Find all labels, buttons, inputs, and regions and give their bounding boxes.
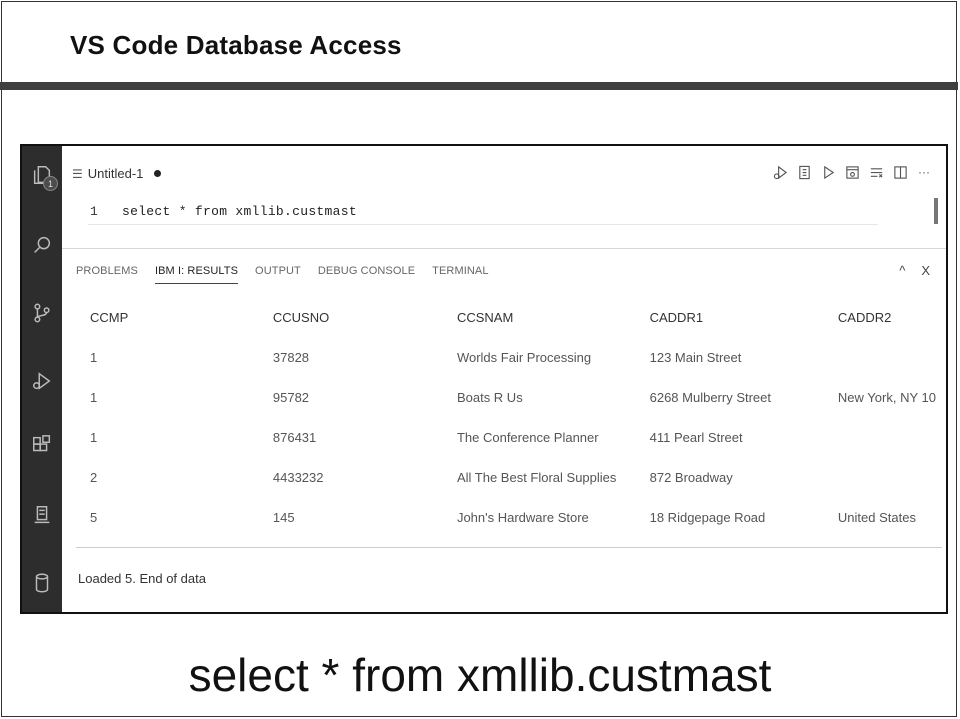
table-cell: 876431 xyxy=(272,429,317,445)
code-text[interactable]: select * from xmllib.custmast xyxy=(122,204,357,219)
table-row[interactable]: 1 876431 The Conference Planner 411 Pear… xyxy=(76,417,936,457)
code-line[interactable]: 1 select * from xmllib.custmast xyxy=(88,200,878,225)
vscode-window: 1 ☰ Untitled-1 ··· 1 select * from xmlli… xyxy=(20,144,948,614)
tab-terminal[interactable]: TERMINAL xyxy=(432,265,488,284)
table-cell: All The Best Floral Supplies xyxy=(456,469,617,485)
table-cell: 5 xyxy=(90,509,98,525)
editor-tab-label: Untitled-1 xyxy=(87,166,144,181)
table-cell: 123 Main Street xyxy=(649,349,742,365)
explorer-badge: 1 xyxy=(43,176,58,191)
table-row[interactable]: 2 4433232 All The Best Floral Supplies 8… xyxy=(76,457,936,497)
table-cell: 145 xyxy=(272,509,295,525)
collapse-panel-icon[interactable]: ^ xyxy=(899,263,905,278)
table-cell xyxy=(824,337,936,377)
table-cell: 872 Broadway xyxy=(649,469,733,485)
tab-ibmi-results[interactable]: IBM I: RESULTS xyxy=(154,265,239,284)
table-cell: The Conference Planner xyxy=(456,429,599,445)
tab-problems[interactable]: PROBLEMS xyxy=(76,265,138,284)
extensions-icon[interactable] xyxy=(29,432,55,458)
column-header[interactable]: CCSNAM xyxy=(443,305,636,337)
table-cell: 95782 xyxy=(272,389,310,405)
editor-scrollbar[interactable] xyxy=(934,198,938,224)
slide-caption: select * from xmllib.custmast xyxy=(188,649,772,701)
table-cell: New York, NY 10 xyxy=(837,389,936,405)
ibmi-icon[interactable] xyxy=(29,502,55,528)
close-panel-icon[interactable]: X xyxy=(921,263,930,278)
panel-tabs: PROBLEMS IBM I: RESULTS OUTPUT DEBUG CON… xyxy=(76,265,489,284)
table-cell: 4433232 xyxy=(272,469,324,485)
editor-tab[interactable]: ☰ Untitled-1 xyxy=(72,166,162,181)
column-header[interactable]: CCUSNO xyxy=(259,305,443,337)
title-divider xyxy=(0,82,958,90)
more-icon[interactable]: ··· xyxy=(916,164,932,180)
results-table: CCMP CCUSNO CCSNAM CADDR1 CADDR2 1 37828… xyxy=(76,305,936,537)
table-header-row: CCMP CCUSNO CCSNAM CADDR1 CADDR2 xyxy=(76,305,936,337)
unsaved-dot-icon xyxy=(154,170,162,177)
files-icon[interactable]: 1 xyxy=(29,162,58,191)
table-cell: 2 xyxy=(90,469,98,485)
status-text: Loaded 5. End of data xyxy=(78,571,206,586)
table-cell: 1 xyxy=(90,429,98,445)
column-header[interactable]: CCMP xyxy=(76,305,259,337)
table-divider xyxy=(76,547,942,548)
tab-debug-console[interactable]: DEBUG CONSOLE xyxy=(318,265,415,284)
run-debug-icon[interactable] xyxy=(772,164,788,180)
source-control-icon[interactable] xyxy=(29,300,55,326)
table-cell: John's Hardware Store xyxy=(456,509,589,525)
clear-icon[interactable] xyxy=(868,164,884,180)
table-row[interactable]: 1 95782 Boats R Us 6268 Mulberry Street … xyxy=(76,377,936,417)
table-cell: 18 Ridgepage Road xyxy=(649,509,766,525)
database-file-icon: ☰ xyxy=(72,166,83,181)
database-icon[interactable] xyxy=(29,570,55,596)
table-cell: 6268 Mulberry Street xyxy=(649,389,772,405)
editor-toolbar: ··· xyxy=(772,164,932,180)
slide-title: VS Code Database Access xyxy=(70,30,402,60)
table-cell xyxy=(824,417,936,457)
table-cell: Worlds Fair Processing xyxy=(456,349,592,365)
editor-area: ☰ Untitled-1 ··· 1 select * from xmllib.… xyxy=(62,146,946,246)
run-icon[interactable] xyxy=(820,164,836,180)
run-debug-icon[interactable] xyxy=(29,368,55,394)
table-cell: 411 Pearl Street xyxy=(649,429,743,445)
open-changes-icon[interactable] xyxy=(844,164,860,180)
results-panel: PROBLEMS IBM I: RESULTS OUTPUT DEBUG CON… xyxy=(62,248,946,612)
tab-output[interactable]: OUTPUT xyxy=(255,265,301,284)
column-header[interactable]: CADDR2 xyxy=(824,305,936,337)
table-row[interactable]: 5 145 John's Hardware Store 18 Ridgepage… xyxy=(76,497,936,537)
table-row[interactable]: 1 37828 Worlds Fair Processing 123 Main … xyxy=(76,337,936,377)
search-icon[interactable] xyxy=(29,232,55,258)
table-cell: 1 xyxy=(90,349,98,365)
table-cell: 1 xyxy=(90,389,98,405)
panel-controls: ^ X xyxy=(899,263,930,278)
table-cell: 37828 xyxy=(272,349,310,365)
table-cell: Boats R Us xyxy=(456,389,523,405)
line-number: 1 xyxy=(90,204,98,219)
notebook-icon[interactable] xyxy=(796,164,812,180)
activity-bar: 1 xyxy=(22,146,62,612)
table-cell: United States xyxy=(837,509,916,525)
split-editor-icon[interactable] xyxy=(892,164,908,180)
table-cell xyxy=(824,457,936,497)
column-header[interactable]: CADDR1 xyxy=(636,305,824,337)
